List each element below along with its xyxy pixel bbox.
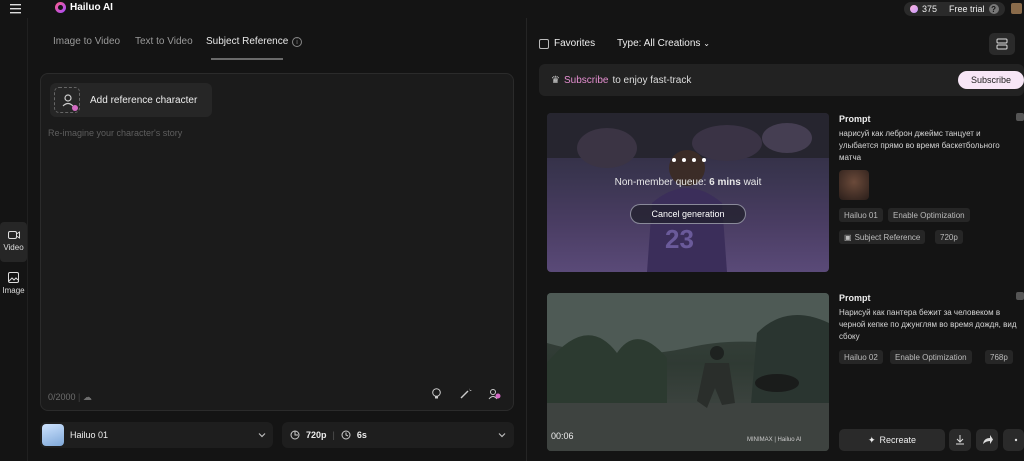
tab-text-to-video[interactable]: Text to Video xyxy=(135,36,193,47)
rail-label-image: Image xyxy=(2,286,25,295)
chevron-down-icon xyxy=(258,433,266,438)
clock-icon xyxy=(341,430,351,440)
tab-subject-reference[interactable]: Subject Reference xyxy=(206,36,288,47)
prompt-textarea[interactable] xyxy=(40,73,514,411)
user-add-icon xyxy=(54,87,80,113)
info-icon[interactable]: i xyxy=(292,37,302,47)
add-reference-button[interactable]: Add reference character xyxy=(50,83,212,117)
menu-icon[interactable] xyxy=(10,3,21,14)
resolution-icon xyxy=(290,430,300,440)
favorites-checkbox[interactable] xyxy=(539,39,549,49)
more-icon xyxy=(1014,438,1018,442)
lightbulb-icon[interactable] xyxy=(430,387,443,400)
model-label: Hailuo 01 xyxy=(70,430,109,440)
tag-model: Hailuo 01 xyxy=(839,208,883,222)
more-options-button[interactable] xyxy=(1003,429,1024,451)
generation-preview[interactable]: 23 xyxy=(547,113,829,272)
credit-icon xyxy=(910,5,918,13)
subscribe-text: to enjoy fast-track xyxy=(612,74,692,86)
tag-resolution: 768p xyxy=(985,350,1013,364)
rail-item-video[interactable]: Video xyxy=(0,222,27,262)
sparkle-icon: ✦ xyxy=(867,434,876,445)
share-icon xyxy=(983,435,993,444)
svg-text:23: 23 xyxy=(665,224,694,254)
app-logo[interactable]: Hailuo AI xyxy=(55,2,113,13)
model-select[interactable]: Hailuo 01 xyxy=(40,422,273,448)
tag-optimization: Enable Optimization xyxy=(890,350,972,364)
model-thumbnail xyxy=(42,424,64,446)
download-icon xyxy=(956,435,964,445)
help-icon[interactable]: ? xyxy=(988,4,999,14)
tag-subject-reference: ▣ Subject Reference xyxy=(839,230,926,244)
subscribe-link[interactable]: Subscribe xyxy=(564,75,608,86)
more-icon[interactable] xyxy=(1016,113,1024,121)
recreate-button[interactable]: ✦ Recreate xyxy=(839,429,945,451)
rail-divider xyxy=(27,18,28,461)
prompt-text: Нарисуй как пантера бежит за человеком в… xyxy=(839,308,1017,341)
loading-indicator xyxy=(672,158,706,162)
queue-status: Non-member queue: 6 mins wait xyxy=(614,177,762,188)
subscribe-button[interactable]: Subscribe xyxy=(958,71,1024,89)
panel-divider xyxy=(526,18,527,461)
type-filter[interactable]: Type: All Creations ⌄ xyxy=(617,38,710,49)
tag-resolution: 720p xyxy=(935,230,963,244)
video-icon xyxy=(7,231,20,239)
video-preview[interactable] xyxy=(547,293,829,451)
char-count: 0/2000 | ☁ xyxy=(48,392,92,402)
duration-value: 6s xyxy=(356,430,367,440)
top-bar: Hailuo AI 375 Free trial ? xyxy=(0,0,1024,18)
tab-image-to-video[interactable]: Image to Video xyxy=(53,36,120,47)
crown-icon: ♛ xyxy=(551,74,560,86)
app-name: Hailuo AI xyxy=(70,2,113,13)
rail-item-image[interactable]: Image xyxy=(0,268,27,302)
prompt-text: нарисуй как леброн джеймс танцует и улыб… xyxy=(839,129,1000,162)
prompt-heading: Prompt xyxy=(839,293,871,303)
watermark: MINIMAX | Hailuo AI xyxy=(747,437,802,443)
active-tab-indicator xyxy=(211,58,283,60)
chevron-down-icon xyxy=(498,433,506,438)
character-enhance-icon[interactable] xyxy=(488,387,501,400)
tag-model: Hailuo 02 xyxy=(839,350,883,364)
user-avatar[interactable] xyxy=(1011,3,1022,14)
magic-wand-icon[interactable] xyxy=(459,387,472,400)
plan-label: Free trial xyxy=(949,4,985,14)
image-icon xyxy=(8,272,19,283)
resolution-value: 720p xyxy=(306,430,327,440)
credit-count: 375 xyxy=(922,4,938,14)
jungle-scene xyxy=(547,293,829,451)
share-button[interactable] xyxy=(976,429,998,451)
generation-options-select[interactable]: 720p | 6s xyxy=(282,422,514,448)
tag-optimization: Enable Optimization xyxy=(888,208,970,222)
lebron-scene: 23 xyxy=(547,113,829,272)
prompt-placeholder: Re-imagine your character's story xyxy=(48,128,183,138)
cancel-generation-button[interactable]: Cancel generation xyxy=(630,204,746,224)
rail-label-video: Video xyxy=(3,243,24,252)
add-reference-label: Add reference character xyxy=(90,94,198,106)
video-duration: 00:06 xyxy=(551,431,574,441)
list-view-icon xyxy=(996,38,1008,50)
logo-icon xyxy=(55,2,66,13)
image-icon: ▣ xyxy=(844,232,852,242)
download-button[interactable] xyxy=(949,429,971,451)
list-view-toggle[interactable] xyxy=(989,33,1015,55)
reference-thumbnail[interactable] xyxy=(839,170,869,200)
prompt-heading: Prompt xyxy=(839,114,871,124)
more-icon[interactable] xyxy=(1016,292,1024,300)
credits-pill[interactable]: 375 Free trial ? xyxy=(904,2,1005,16)
subscribe-banner: ♛ Subscribe to enjoy fast-track xyxy=(539,64,1024,96)
favorites-label: Favorites xyxy=(554,38,596,49)
